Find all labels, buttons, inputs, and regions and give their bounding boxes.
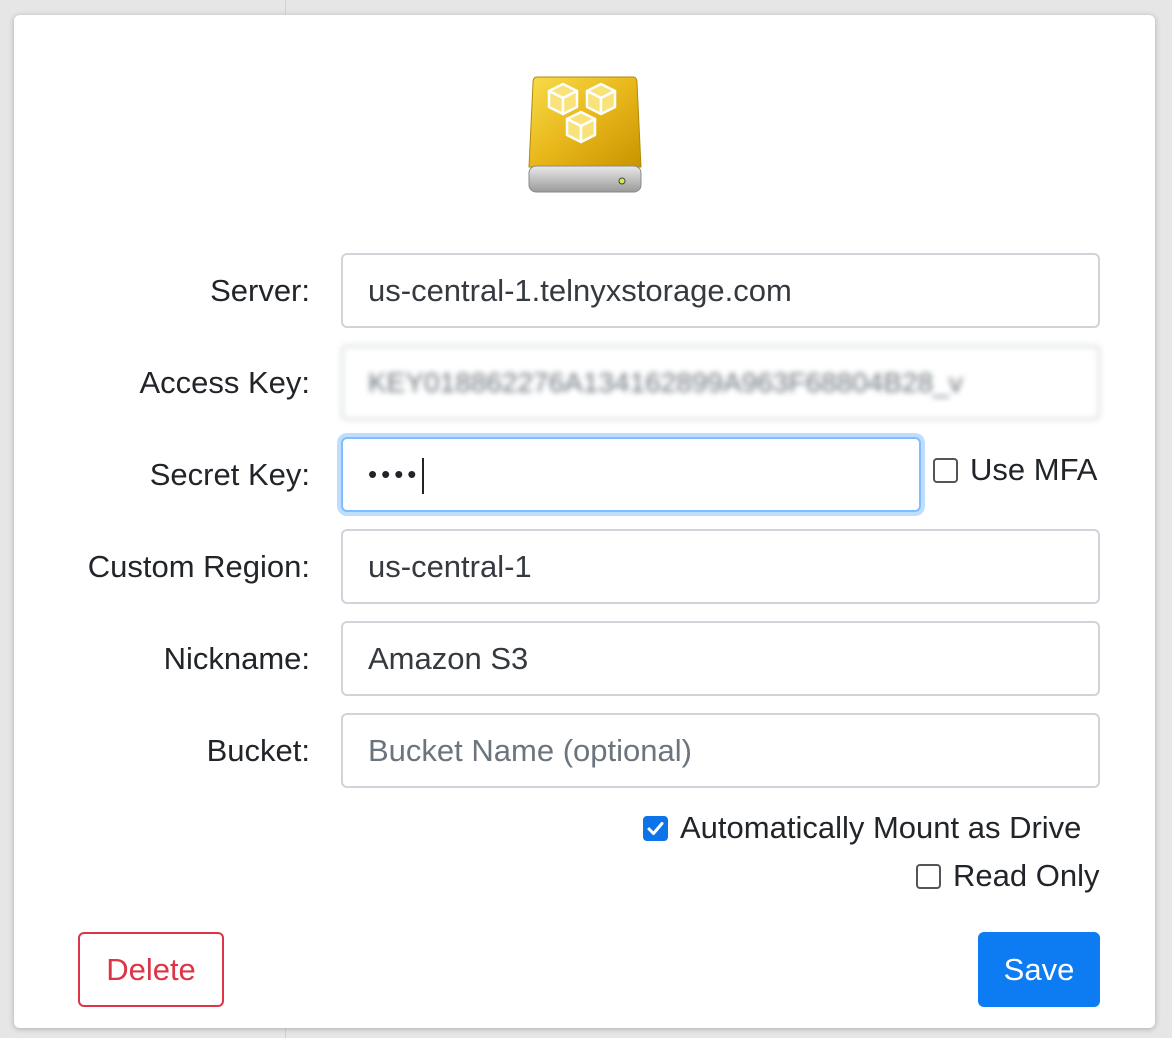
use-mfa-box[interactable] (933, 457, 958, 483)
custom-region-input[interactable]: us-central-1 (341, 529, 1100, 604)
secret-key-label: Secret Key: (149, 457, 310, 492)
read-only-label: Read Only (953, 858, 1100, 893)
bucket-input[interactable]: Bucket Name (optional) (341, 713, 1100, 788)
access-key-input[interactable]: KEY018862276A134162899A963F68804B28_v (341, 345, 1100, 420)
custom-region-label: Custom Region: (87, 549, 310, 584)
secret-key-input[interactable]: •••• (341, 437, 921, 512)
read-only-box[interactable] (916, 863, 941, 889)
use-mfa-checkbox[interactable]: Use MFA (933, 452, 1097, 488)
save-button[interactable]: Save (978, 932, 1100, 1007)
delete-button[interactable]: Delete (78, 932, 224, 1007)
checkmark-icon (647, 821, 664, 835)
auto-mount-box[interactable] (643, 815, 668, 841)
read-only-checkbox[interactable]: Read Only (916, 858, 1099, 894)
connection-dialog: Server: us-central-1.telnyxstorage.com A… (14, 15, 1155, 1028)
nickname-input[interactable]: Amazon S3 (341, 621, 1100, 696)
use-mfa-label: Use MFA (970, 452, 1098, 487)
bucket-label: Bucket: (206, 733, 310, 768)
secret-key-value: •••• (368, 459, 421, 489)
nickname-label: Nickname: (163, 641, 310, 676)
server-input[interactable]: us-central-1.telnyxstorage.com (341, 253, 1100, 328)
auto-mount-label: Automatically Mount as Drive (680, 810, 1082, 845)
auto-mount-checkbox[interactable]: Automatically Mount as Drive (643, 810, 1081, 846)
text-caret (422, 458, 425, 495)
access-key-label: Access Key: (139, 365, 310, 400)
server-label: Server: (210, 273, 310, 308)
s3-drive-icon (528, 76, 642, 193)
